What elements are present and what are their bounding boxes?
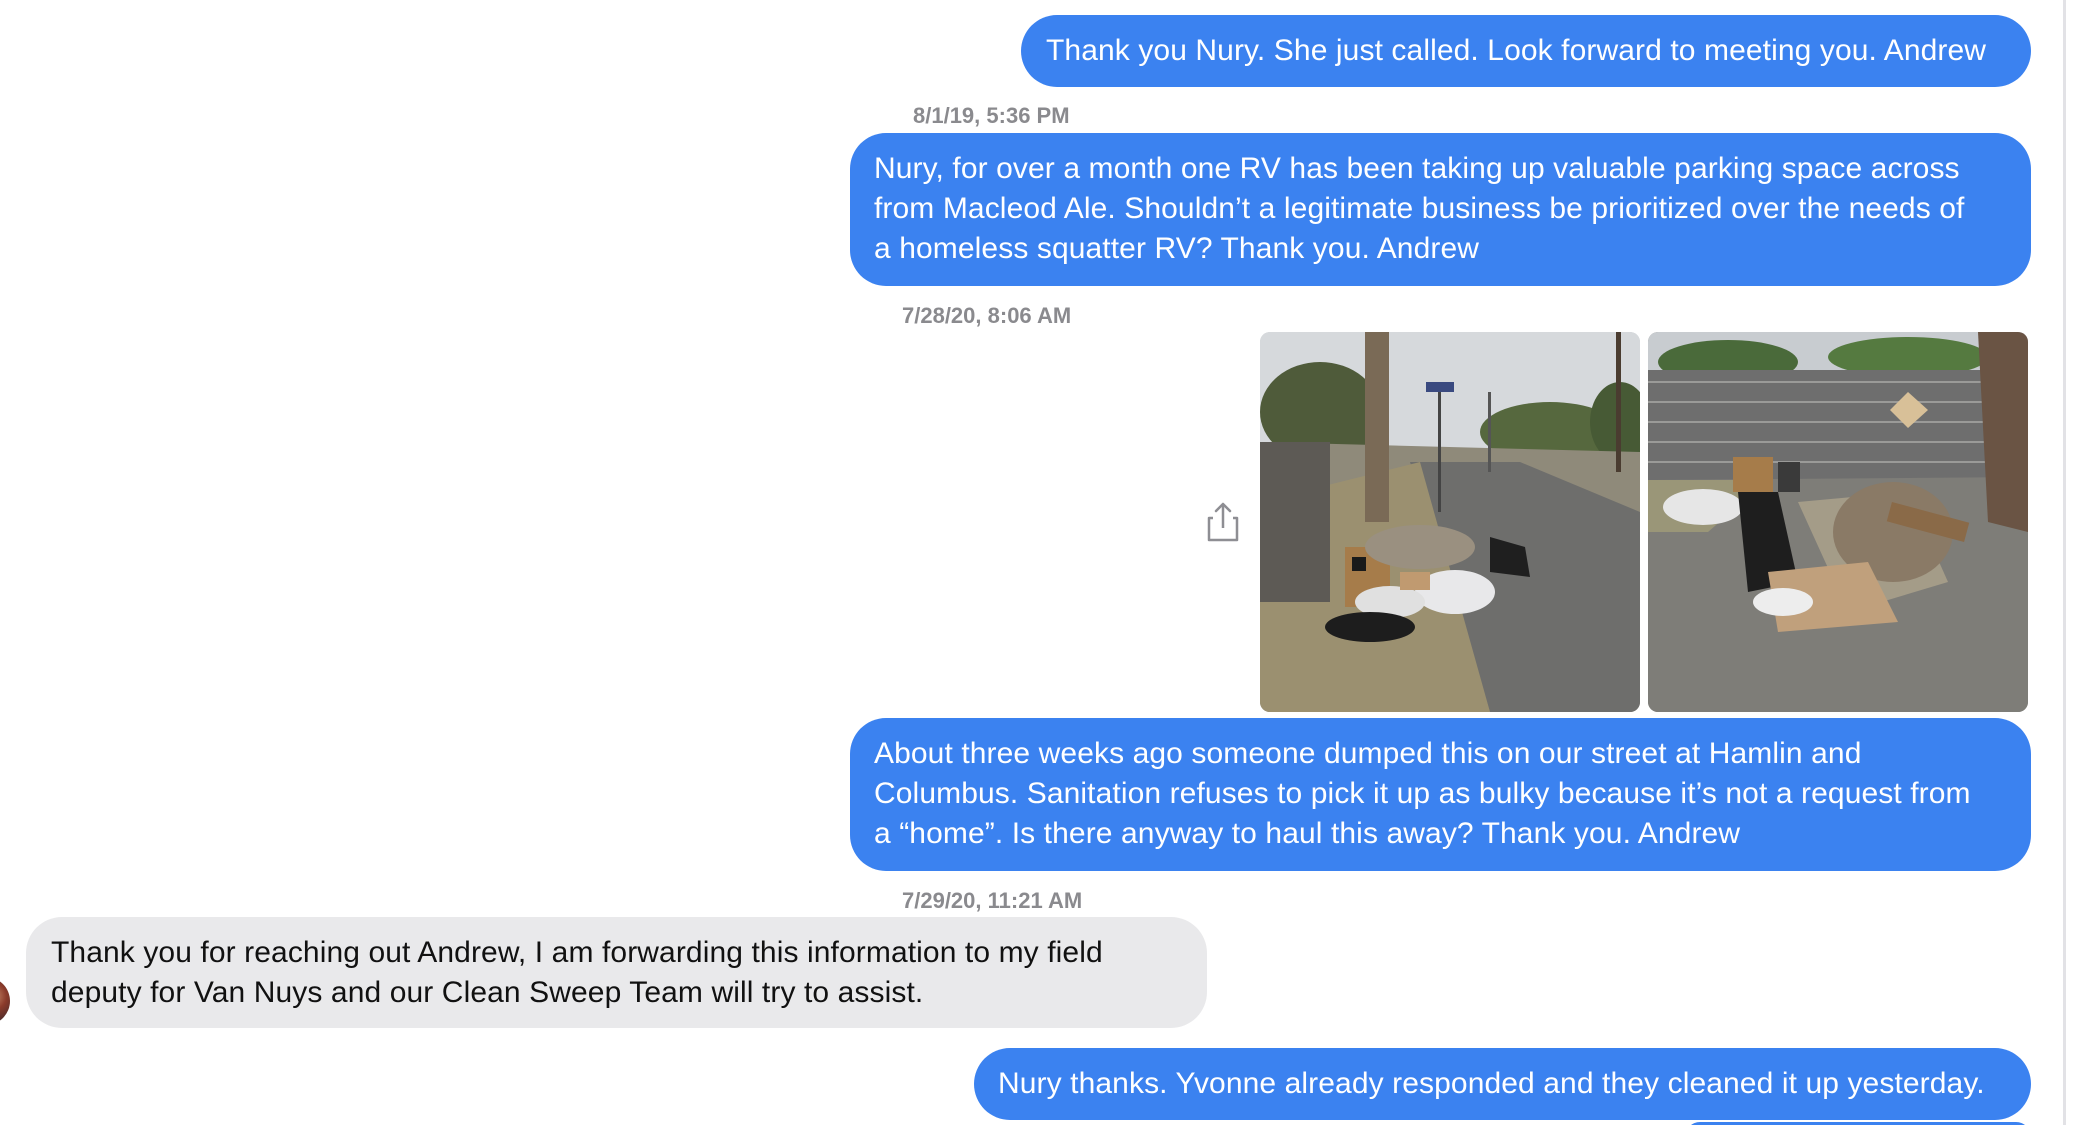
message-text-line: deputy for Van Nuys and our Clean Sweep … (51, 976, 924, 1009)
outgoing-message-bubble[interactable]: Nury, for over a month one RV has been t… (850, 133, 2031, 286)
message-text-line: from Macleod Ale. Shouldn’t a legitimate… (874, 192, 1965, 225)
incoming-message-bubble[interactable]: Thank you for reaching out Andrew, I am … (26, 917, 1207, 1028)
message-text-line: a homeless squatter RV? Thank you. Andre… (874, 232, 1480, 265)
street-debris-photo[interactable] (1260, 332, 1640, 712)
timestamp: 7/29/20, 11:21 AM (902, 888, 1083, 913)
message-text-line: Columbus. Sanitation refuses to pick it … (874, 777, 1971, 810)
messages-conversation: Thank you Nury. She just called. Look fo… (0, 0, 2078, 1125)
contact-avatar[interactable] (0, 977, 10, 1025)
share-icon[interactable] (1205, 500, 1241, 544)
message-text: Thank you Nury. She just called. Look fo… (1046, 34, 1987, 67)
outgoing-message-bubble[interactable]: About three weeks ago someone dumped thi… (850, 718, 2031, 871)
message-text-line: Nury, for over a month one RV has been t… (874, 152, 1960, 185)
message-text: Nury thanks. Yvonne already responded an… (998, 1067, 1985, 1100)
message-text-line: About three weeks ago someone dumped thi… (874, 737, 1862, 770)
timestamp: 8/1/19, 5:36 PM (913, 103, 1070, 128)
timestamp: 7/28/20, 8:06 AM (902, 303, 1072, 328)
outgoing-message-bubble[interactable]: Nury thanks. Yvonne already responded an… (974, 1048, 2031, 1120)
message-text-line: a “home”. Is there anyway to haul this a… (874, 817, 1741, 850)
message-text-line: Thank you for reaching out Andrew, I am … (51, 936, 1103, 969)
fence-debris-photo[interactable] (1648, 332, 2028, 712)
window-edge (2063, 0, 2066, 1125)
outgoing-message-bubble[interactable]: Thank you Nury. She just called. Look fo… (1021, 15, 2031, 87)
